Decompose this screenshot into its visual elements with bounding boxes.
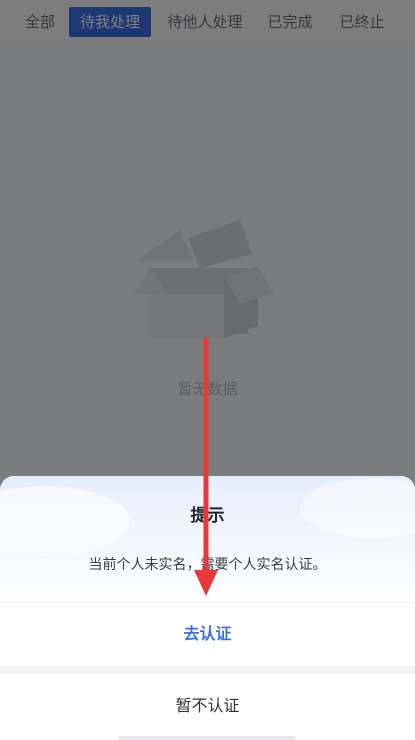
- sheet-header-background: 提示 当前个人未实名，需要个人实名认证。: [0, 476, 415, 602]
- skip-verify-button[interactable]: 暂不认证: [0, 674, 415, 740]
- dialog-message: 当前个人未实名，需要个人实名认证。: [88, 557, 327, 573]
- section-gap: [0, 666, 415, 674]
- auth-prompt-sheet: 提示 当前个人未实名，需要个人实名认证。 去认证 暂不认证: [0, 476, 415, 740]
- dialog-title: 提示: [190, 506, 225, 526]
- home-indicator: [118, 736, 296, 740]
- go-verify-button[interactable]: 去认证: [0, 603, 415, 666]
